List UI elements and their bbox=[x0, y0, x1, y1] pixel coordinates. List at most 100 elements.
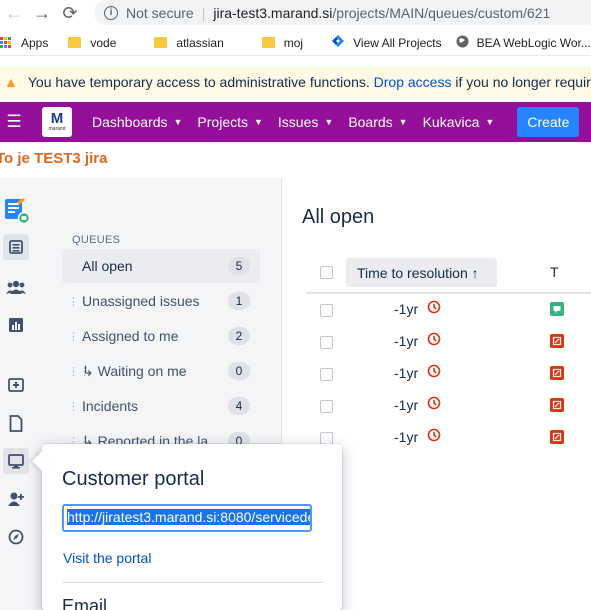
banner-suffix: if you no longer require bbox=[455, 74, 591, 90]
bookmark-vode[interactable]: vode bbox=[68, 36, 116, 50]
clock-icon bbox=[427, 300, 441, 319]
warning-icon: ▲ bbox=[4, 74, 18, 90]
bookmark-label: Apps bbox=[21, 35, 49, 50]
drag-handle-icon[interactable]: ⋮⋮ bbox=[62, 330, 90, 343]
queue-item[interactable]: All open 5 bbox=[62, 249, 260, 283]
issue-icon bbox=[550, 430, 564, 444]
jira-icon bbox=[331, 34, 345, 51]
create-button[interactable]: Create bbox=[517, 107, 580, 137]
nav-kukavica[interactable]: Kukavica ▼ bbox=[423, 114, 495, 130]
queues-heading: QUEUES bbox=[72, 234, 121, 246]
nav-dashboards[interactable]: Dashboards ▼ bbox=[92, 114, 182, 130]
column-header-type[interactable]: T bbox=[550, 264, 559, 280]
queue-label: All open bbox=[82, 258, 133, 274]
time-to-resolution: -1yr bbox=[394, 365, 419, 381]
queue-count: 5 bbox=[228, 257, 250, 275]
chat-icon bbox=[550, 302, 564, 316]
queue-item[interactable]: ⋮⋮ Assigned to me 2 bbox=[62, 319, 260, 353]
drop-access-link[interactable]: Drop access bbox=[374, 74, 452, 90]
table-row[interactable]: -1yr bbox=[306, 294, 591, 326]
visit-portal-link[interactable]: Visit the portal bbox=[63, 550, 151, 566]
queue-count: 0 bbox=[228, 362, 250, 380]
project-sidebar bbox=[0, 178, 34, 610]
compass-icon[interactable] bbox=[3, 524, 29, 550]
time-to-resolution: -1yr bbox=[394, 397, 419, 413]
bookmark-atlassian[interactable]: atlassian bbox=[154, 35, 224, 50]
page-icon[interactable] bbox=[3, 410, 29, 436]
queue-count: 2 bbox=[228, 327, 250, 345]
clock-icon bbox=[427, 364, 441, 383]
folder-icon bbox=[68, 37, 82, 48]
issue-icon bbox=[550, 398, 564, 412]
select-all-checkbox[interactable] bbox=[320, 266, 333, 279]
nav-label: Dashboards bbox=[92, 114, 168, 130]
queues-icon[interactable] bbox=[3, 234, 29, 260]
bookmark-label: View All Projects bbox=[353, 35, 442, 50]
drag-handle-icon[interactable]: ⋮⋮ bbox=[62, 295, 90, 308]
row-checkbox[interactable] bbox=[320, 336, 333, 349]
clock-icon bbox=[427, 428, 441, 447]
nav-boards[interactable]: Boards ▼ bbox=[348, 114, 407, 130]
address-bar[interactable]: i Not secure | jira-test3.marand.si/proj… bbox=[94, 0, 591, 25]
issue-icon bbox=[550, 334, 564, 348]
chevron-down-icon: ▼ bbox=[398, 117, 408, 127]
customer-portal-icon[interactable] bbox=[3, 448, 29, 474]
queue-count: 4 bbox=[228, 397, 250, 415]
time-to-resolution: -1yr bbox=[394, 301, 419, 317]
bookmark-bea-weblogic[interactable]: BEA WebLogic Wor... bbox=[456, 35, 591, 51]
drag-handle-icon[interactable]: ⋮⋮ bbox=[62, 365, 90, 378]
clock-icon bbox=[427, 396, 441, 415]
email-section-heading: Email bbox=[62, 596, 108, 610]
forward-arrow-icon[interactable]: → bbox=[28, 3, 56, 24]
bookmarks-bar: Apps vode atlassian moj View All Project… bbox=[0, 30, 591, 56]
folder-icon bbox=[154, 37, 168, 48]
table-row[interactable]: -1yr bbox=[306, 422, 591, 454]
row-checkbox[interactable] bbox=[320, 400, 333, 413]
time-to-resolution: -1yr bbox=[394, 429, 419, 445]
clock-icon bbox=[427, 332, 441, 351]
table-header: Time to resolution ↑ T bbox=[306, 256, 591, 294]
queue-count: 1 bbox=[228, 292, 250, 310]
add-item-icon[interactable] bbox=[3, 372, 29, 398]
queue-label: Unassigned issues bbox=[82, 293, 200, 309]
row-checkbox[interactable] bbox=[320, 304, 333, 317]
drag-handle-icon[interactable]: ⋮⋮ bbox=[62, 400, 90, 413]
bookmark-view-all-projects[interactable]: View All Projects bbox=[331, 34, 442, 51]
back-arrow-icon[interactable]: ← bbox=[0, 3, 28, 24]
reports-icon[interactable] bbox=[3, 312, 29, 338]
reload-icon[interactable]: ⟳ bbox=[56, 3, 84, 24]
portal-url-field[interactable]: http://jiratest3.marand.si:8080/serviced… bbox=[62, 504, 312, 532]
bookmark-label: atlassian bbox=[176, 35, 224, 50]
add-user-icon[interactable] bbox=[3, 486, 29, 512]
admin-access-banner: ▲ You have temporary access to administr… bbox=[0, 66, 591, 98]
bookmark-label: vode bbox=[90, 35, 117, 50]
bookmark-moj[interactable]: moj bbox=[261, 35, 304, 50]
bookmark-apps[interactable]: Apps bbox=[0, 36, 48, 50]
row-checkbox[interactable] bbox=[320, 368, 333, 381]
customers-icon[interactable] bbox=[3, 274, 29, 300]
portal-url-value: http://jiratest3.marand.si:8080/serviced… bbox=[67, 509, 310, 525]
table-row[interactable]: -1yr bbox=[306, 358, 591, 390]
customer-portal-dialog: Customer portal http://jiratest3.marand.… bbox=[42, 444, 342, 610]
queue-item[interactable]: ⋮⋮ Unassigned issues 1 bbox=[62, 284, 260, 318]
queue-label: ↳ Waiting on me bbox=[82, 362, 187, 379]
table-row[interactable]: -1yr bbox=[306, 390, 591, 422]
marand-logo[interactable]: M marand bbox=[42, 107, 72, 137]
bookmark-label: moj bbox=[283, 35, 304, 50]
sort-time-to-resolution-button[interactable]: Time to resolution ↑ bbox=[346, 258, 497, 287]
jira-top-nav: ☰ M marand Dashboards ▼ Projects ▼ Issues ▼… bbox=[0, 102, 591, 142]
queue-label: Assigned to me bbox=[82, 328, 179, 344]
project-avatar-icon[interactable] bbox=[2, 196, 30, 224]
bookmark-label: BEA WebLogic Wor... bbox=[476, 35, 591, 50]
menu-icon[interactable]: ☰ bbox=[0, 112, 28, 132]
nav-label: Kukavica bbox=[422, 114, 480, 130]
table-row[interactable]: -1yr bbox=[306, 326, 591, 358]
nav-projects[interactable]: Projects ▼ bbox=[197, 114, 263, 130]
queue-item[interactable]: ⋮⋮ Incidents 4 bbox=[62, 389, 260, 423]
nav-issues[interactable]: Issues ▼ bbox=[278, 114, 333, 130]
project-title[interactable]: To je TEST3 jira bbox=[0, 150, 107, 167]
logo-mark: M bbox=[50, 110, 64, 127]
queue-item[interactable]: ⋮⋮ ↳ Waiting on me 0 bbox=[62, 354, 260, 388]
logo-text: marand bbox=[48, 126, 66, 132]
info-icon[interactable]: i bbox=[104, 5, 118, 20]
